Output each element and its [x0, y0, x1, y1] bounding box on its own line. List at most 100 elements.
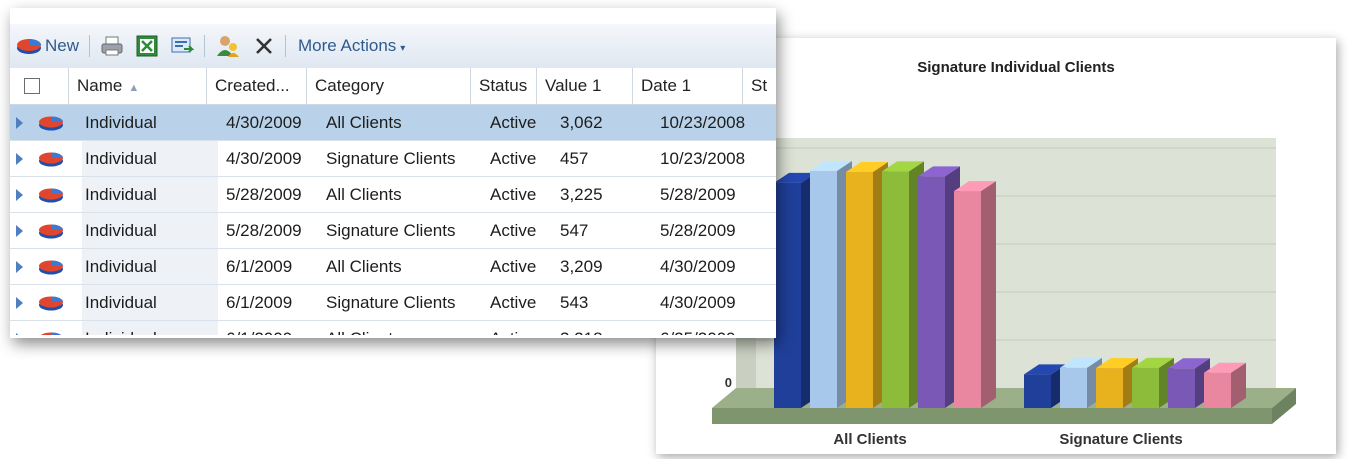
- cell-name: Individual: [85, 221, 157, 240]
- grid-rows: Individual 4/30/2009 All Clients Active 3,06…: [10, 105, 776, 335]
- chart-bar: [846, 162, 888, 408]
- chart-bar-front: [846, 172, 873, 408]
- table-row[interactable]: Individual 6/1/2009 All Clients Active 3,218…: [10, 321, 776, 335]
- table-row[interactable]: Individual 5/28/2009 Signature Clients Acti…: [10, 213, 776, 249]
- column-header-value1-label: Value 1: [545, 76, 602, 95]
- column-header-value1[interactable]: Value 1: [536, 68, 632, 104]
- column-header-name[interactable]: Name ▲: [68, 68, 206, 104]
- y-tick-label: 0: [725, 375, 732, 390]
- pie-chart-icon: [39, 188, 63, 203]
- expand-arrow-icon[interactable]: [16, 297, 23, 309]
- cell-status: Active: [490, 293, 537, 312]
- cell-created: 5/28/2009: [226, 185, 302, 204]
- pie-chart-icon: [40, 332, 62, 335]
- export-button[interactable]: [164, 32, 200, 60]
- chart-bar-side: [981, 181, 996, 408]
- chart-bar-front: [1204, 372, 1231, 408]
- excel-export-button[interactable]: [130, 32, 164, 60]
- cell-name: Individual: [85, 185, 157, 204]
- chart-bar-front: [1096, 368, 1123, 408]
- cell-value1: 457: [560, 149, 589, 168]
- chart-bar: [1060, 357, 1102, 408]
- cell-name: Individual: [85, 149, 157, 168]
- cell-status: Active: [490, 257, 537, 276]
- chart-bar-front: [1024, 374, 1051, 408]
- users-icon: [217, 36, 240, 57]
- expand-arrow-icon[interactable]: [16, 261, 23, 273]
- expand-arrow-icon[interactable]: [16, 225, 23, 237]
- print-button[interactable]: [94, 32, 130, 60]
- cell-status: Active: [490, 149, 537, 168]
- table-row[interactable]: Individual 6/1/2009 Signature Clients Activ…: [10, 285, 776, 321]
- column-header-date1-label: Date 1: [641, 76, 692, 95]
- table-row[interactable]: Individual 4/30/2009 Signature Clients Acti…: [10, 141, 776, 177]
- chart-bar-front: [774, 182, 801, 408]
- more-actions-label: More Actions: [298, 36, 397, 55]
- chart-bar: [918, 166, 960, 408]
- pie-chart-icon: [39, 116, 63, 131]
- chart-bar: [810, 160, 852, 408]
- toolbar: New More Actions ▾: [10, 24, 776, 69]
- cell-value1: 3,209: [560, 257, 603, 276]
- chart-bar: [1168, 358, 1210, 408]
- cell-category: Signature Clients: [326, 221, 456, 240]
- column-header-category-label: Category: [315, 76, 384, 95]
- expand-arrow-icon[interactable]: [16, 333, 23, 335]
- cell-created: 6/1/2009: [226, 321, 292, 335]
- table-row[interactable]: Individual 4/30/2009 All Clients Active 3,06…: [10, 105, 776, 141]
- cell-value1: 547: [560, 221, 589, 240]
- chart-bar-front: [810, 170, 837, 408]
- chart-bar: [1132, 357, 1174, 408]
- chart-bar-front: [1132, 367, 1159, 408]
- x-category-label: All Clients: [833, 431, 906, 448]
- expand-arrow-icon[interactable]: [16, 189, 23, 201]
- delete-button[interactable]: [247, 32, 281, 60]
- pie-chart-icon: [39, 296, 63, 311]
- chart-bar-front: [918, 176, 945, 408]
- toolbar-separator: [89, 35, 91, 57]
- expand-arrow-icon[interactable]: [16, 117, 23, 129]
- cell-created: 6/1/2009: [226, 293, 293, 312]
- cell-date1: 10/23/2008: [660, 149, 746, 168]
- chart-bar: [1096, 358, 1138, 408]
- cell-created: 4/30/2009: [226, 149, 302, 168]
- cell-category: All Clients: [326, 113, 402, 132]
- print-icon: [101, 36, 123, 56]
- pie-chart-icon: [39, 260, 63, 275]
- new-button[interactable]: New: [10, 32, 85, 60]
- cell-status: Active: [490, 113, 537, 132]
- chart-bar: [882, 161, 924, 408]
- toolbar-separator: [285, 35, 287, 57]
- cell-created: 4/30/2009: [226, 113, 302, 132]
- assign-users-button[interactable]: [209, 32, 247, 60]
- column-header-status[interactable]: Status: [470, 68, 536, 104]
- cell-category: Signature Clients: [326, 149, 456, 168]
- expand-arrow-icon[interactable]: [16, 153, 23, 165]
- cell-name: Individual: [85, 321, 157, 335]
- column-header-date1[interactable]: Date 1: [632, 68, 742, 104]
- cell-date1: 10/23/2008: [660, 113, 746, 132]
- table-row[interactable]: Individual 6/1/2009 All Clients Active 3,209…: [10, 249, 776, 285]
- pie-chart-icon: [39, 152, 63, 167]
- column-header-name-label: Name: [77, 76, 123, 95]
- cell-date1: 5/28/2009: [660, 185, 736, 204]
- select-all-checkbox[interactable]: [24, 78, 40, 94]
- more-actions-menu[interactable]: More Actions ▾: [290, 36, 413, 56]
- cell-value1: 3,225: [560, 185, 603, 204]
- grid-window: New More Actions ▾ Name ▲ Created... Cat…: [10, 8, 776, 338]
- cell-name: Individual: [85, 257, 157, 276]
- cell-date1: 4/30/2009: [660, 293, 736, 312]
- cell-value1: 543: [560, 293, 589, 312]
- x-category-label: Signature Clients: [1059, 431, 1182, 448]
- column-header-category[interactable]: Category: [306, 68, 470, 104]
- column-header-created[interactable]: Created...: [206, 68, 306, 104]
- cell-status: Active: [490, 185, 537, 204]
- cell-value1: 3,218: [560, 321, 603, 335]
- table-row[interactable]: Individual 5/28/2009 All Clients Active 3,22…: [10, 177, 776, 213]
- pie-chart-icon: [39, 224, 63, 239]
- column-header-status-label: Status: [479, 76, 528, 95]
- chart-bar-front: [882, 171, 909, 408]
- chart-bar: [1024, 364, 1066, 408]
- column-header-st[interactable]: St: [742, 68, 776, 104]
- cell-date1: 4/30/2009: [660, 257, 736, 276]
